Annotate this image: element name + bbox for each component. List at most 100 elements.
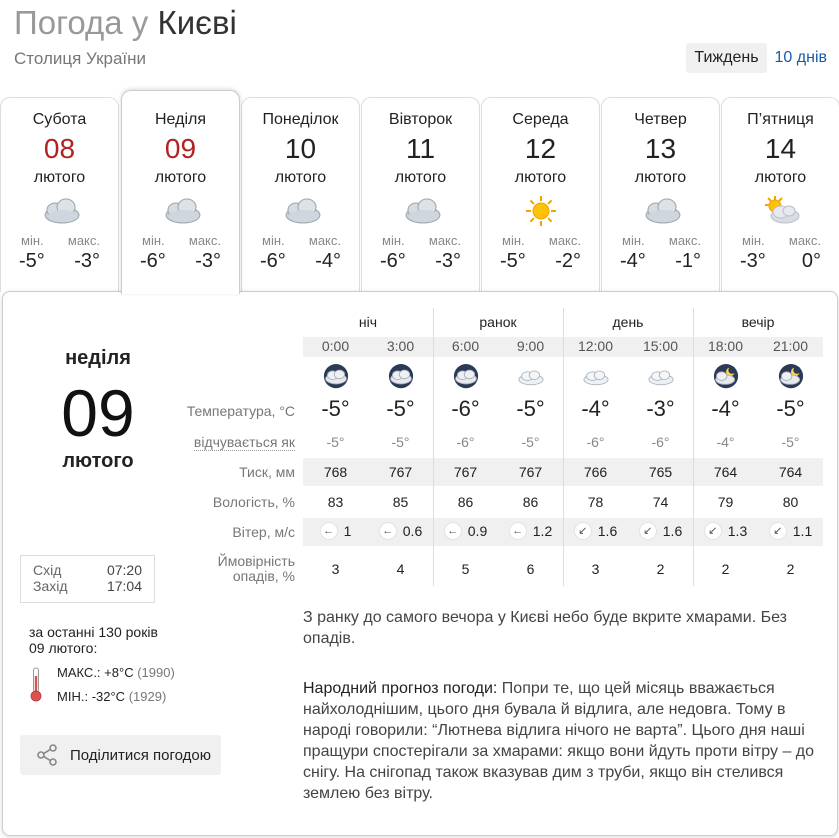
day-month: лютого — [274, 169, 327, 186]
night-cloudy-icon — [453, 364, 478, 389]
label-feels-like[interactable]: відчувається як — [3, 434, 295, 451]
day-month: лютого — [634, 169, 687, 186]
wind-speed: 0.9 — [467, 523, 488, 539]
period-divider — [433, 308, 434, 586]
day-month: лютого — [394, 169, 447, 186]
min-label: мін. — [262, 233, 285, 248]
thermometer-icon — [30, 667, 42, 702]
wind-direction-icon: ← — [319, 522, 338, 540]
title-preposition: у — [131, 4, 149, 41]
min-temp: -6° — [260, 250, 286, 272]
wind-direction-icon: ↙ — [638, 522, 657, 540]
night-cloudy-moon-icon — [778, 364, 803, 389]
day-tab-0[interactable]: Субота 08 лютого мін. макс. -5° -3° — [0, 97, 119, 292]
day-month: лютого — [33, 169, 86, 186]
history-min-year: (1929) — [128, 689, 167, 704]
label-feels-like-text: відчувається як — [193, 434, 295, 451]
prob-cell: 3 — [331, 561, 340, 577]
press-cell: 764 — [778, 464, 803, 480]
wind-speed: 1.6 — [662, 523, 683, 539]
feels-cell: -4° — [716, 434, 735, 450]
wind-cell: ↙ 1.1 — [758, 522, 823, 540]
day-icon — [399, 194, 443, 228]
history-min: МІН.: -32°C (1929) — [57, 689, 166, 704]
hum-cell: 85 — [392, 494, 409, 510]
week-button[interactable]: Тиждень — [686, 43, 767, 73]
day-month: лютого — [154, 169, 207, 186]
day-number: 09 — [164, 133, 197, 164]
day-tab-3[interactable]: Вівторок 11 лютого мін. макс. -6° -3° — [361, 97, 480, 292]
feels-cell: -6° — [651, 434, 670, 450]
temp-cell: -4° — [711, 396, 740, 421]
wind-direction-icon: ← — [443, 522, 462, 540]
wind-cell: ← 1.2 — [498, 522, 563, 540]
wind-direction-icon: ← — [508, 522, 527, 540]
night-cloudy-icon — [388, 364, 413, 389]
day-number: 10 — [284, 133, 317, 164]
cloud-icon — [582, 370, 609, 386]
label-temperature: Температура, °C — [186, 403, 295, 419]
title-prefix: Погода — [14, 4, 123, 41]
prob-cell: 6 — [526, 561, 535, 577]
max-label: макс. — [788, 233, 821, 248]
period-header: ранок — [479, 314, 517, 330]
day-icon — [519, 194, 563, 228]
wind-direction-icon: ← — [378, 522, 397, 540]
press-cell: 764 — [713, 464, 738, 480]
share-button[interactable]: Поділитися погодою — [20, 735, 221, 775]
prob-cell: 2 — [786, 561, 795, 577]
prob-cell: 2 — [656, 561, 665, 577]
temp-cell: -5° — [776, 396, 805, 421]
day-name: П’ятниця — [747, 111, 814, 128]
day-tab-5[interactable]: Четвер 13 лютого мін. макс. -4° -1° — [601, 97, 720, 292]
wind-cell: ← 0.9 — [433, 522, 498, 540]
min-label: мін. — [21, 233, 44, 248]
forecast-description: З ранку до самого вечора у Києві небо бу… — [303, 609, 787, 647]
history-max-year: (1990) — [137, 665, 175, 680]
day-tab-2[interactable]: Понеділок 10 лютого мін. макс. -6° -4° — [241, 97, 360, 292]
icons-cell — [628, 362, 693, 392]
min-label: мін. — [382, 233, 405, 248]
folk-forecast: Народний прогноз погоди: Попри те, що це… — [303, 678, 823, 804]
cloudy-icon — [405, 198, 440, 224]
day-tab-1[interactable]: Неділя 09 лютого мін. макс. -6° -3° — [121, 90, 240, 294]
max-label: макс. — [428, 233, 461, 248]
press-cell: 767 — [453, 464, 478, 480]
page-title: Погода у Києві — [14, 4, 237, 42]
cloudy-icon — [44, 198, 79, 224]
night-cloudy-icon — [323, 364, 348, 389]
hum-cell: 74 — [652, 494, 669, 510]
hour-header: 3:00 — [386, 338, 415, 354]
temp-cell: -5° — [516, 396, 545, 421]
cloudy-icon — [165, 198, 200, 224]
hour-header: 6:00 — [451, 338, 480, 354]
label-humidity: Вологість, % — [212, 494, 295, 510]
min-temp: -6° — [380, 250, 406, 272]
day-detail-panel: неділя 09 лютого Схід 07:20 Захід 17:04 за… — [2, 291, 838, 836]
cloud-icon — [517, 370, 544, 386]
icons-cell — [563, 362, 628, 392]
wind-direction-icon: ↙ — [768, 522, 787, 540]
hour-header: 15:00 — [642, 338, 679, 354]
folk-label: Народний прогноз погоди: — [303, 680, 498, 697]
max-label: макс. — [67, 233, 100, 248]
min-temp: -5° — [19, 250, 45, 272]
max-temp: -3° — [435, 250, 461, 272]
label-precip-1: Ймовірність — [217, 553, 295, 569]
wind-cell: ↙ 1.6 — [628, 522, 693, 540]
max-temp: -4° — [315, 250, 341, 272]
icons-cell — [693, 362, 758, 392]
prob-cell: 2 — [721, 561, 730, 577]
day-tab-4[interactable]: Середа 12 лютого мін. макс. -5° -2° — [481, 97, 600, 292]
wind-speed: 0.6 — [402, 523, 423, 539]
hum-cell: 79 — [717, 494, 734, 510]
history-heading: за останні 130 років 09 лютого: — [29, 624, 158, 656]
ten-days-link[interactable]: 10 днів — [767, 43, 833, 73]
hum-cell: 83 — [327, 494, 344, 510]
day-tab-6[interactable]: П’ятниця 14 лютого мін. макс. -3° 0° — [721, 97, 839, 292]
temp-cell: -5° — [386, 396, 415, 421]
min-temp: -5° — [500, 250, 526, 272]
wind-speed: 1.2 — [532, 523, 553, 539]
label-precip-2: опадів, % — [232, 568, 295, 584]
icons-cell — [433, 362, 498, 392]
